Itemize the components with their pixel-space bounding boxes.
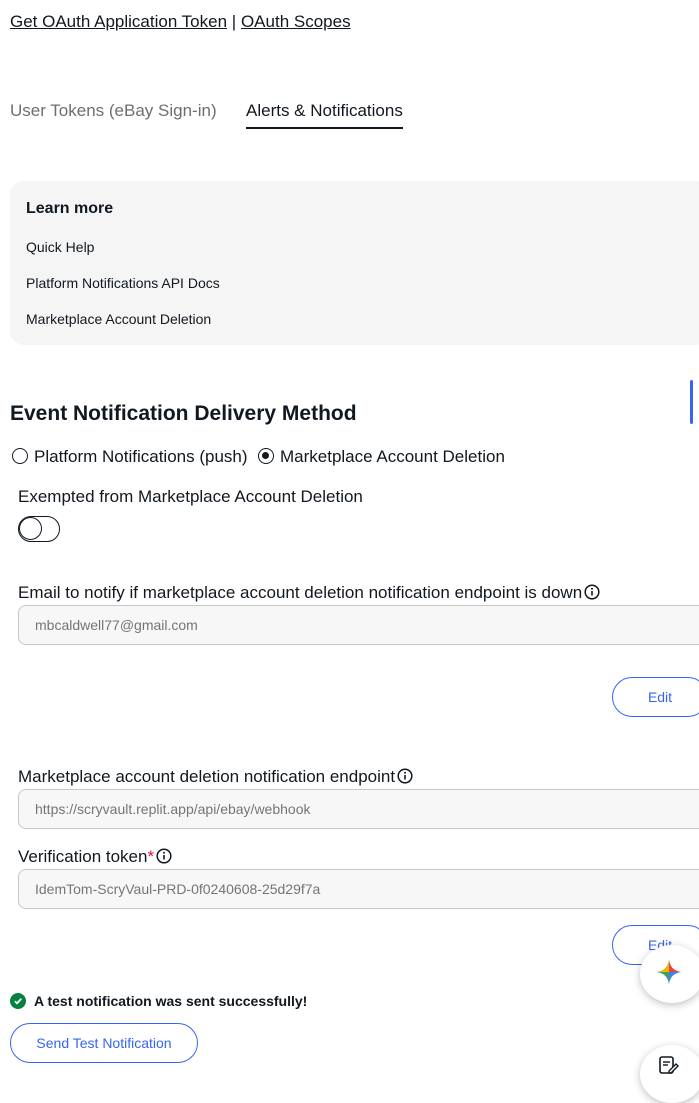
- required-marker: *: [147, 847, 155, 866]
- exemption-label: Exempted from Marketplace Account Deleti…: [18, 487, 363, 506]
- oauth-scopes-link[interactable]: OAuth Scopes: [241, 12, 351, 31]
- success-message: A test notification was sent successfull…: [34, 993, 308, 1009]
- delivery-method-title: Event Notification Delivery Method: [10, 402, 357, 425]
- token-label-row: Verification token*: [18, 847, 172, 869]
- info-icon[interactable]: [584, 584, 600, 605]
- feedback-button[interactable]: [640, 1045, 699, 1103]
- tab-alerts-notifications[interactable]: Alerts & Notifications: [246, 101, 403, 129]
- edit-email-button[interactable]: Edit: [612, 677, 699, 717]
- info-icon[interactable]: [156, 848, 172, 869]
- get-oauth-token-link[interactable]: Get OAuth Application Token: [10, 12, 227, 31]
- email-field[interactable]: [18, 605, 699, 645]
- check-circle-icon: [10, 993, 26, 1009]
- token-field[interactable]: [18, 869, 699, 909]
- token-input[interactable]: [19, 870, 699, 908]
- email-field-label: Email to notify if marketplace account d…: [18, 583, 583, 602]
- sparkle-icon: [656, 959, 682, 990]
- token-field-label: Verification token: [18, 847, 148, 866]
- radio-platform-notifications[interactable]: [12, 448, 28, 464]
- oauth-links: Get OAuth Application Token | OAuth Scop…: [10, 12, 351, 32]
- toggle-knob: [19, 517, 42, 540]
- quick-help-link[interactable]: Quick Help: [26, 239, 94, 255]
- exemption-toggle[interactable]: [18, 516, 60, 542]
- learn-more-title: Learn more: [26, 200, 114, 217]
- learn-more-panel: Learn more Quick Help Platform Notificat…: [10, 181, 699, 345]
- marketplace-account-deletion-link[interactable]: Marketplace Account Deletion: [26, 311, 211, 327]
- note-edit-icon: [657, 1054, 679, 1081]
- send-test-notification-button[interactable]: Send Test Notification: [10, 1023, 198, 1063]
- endpoint-field[interactable]: [18, 789, 699, 829]
- success-message-row: A test notification was sent successfull…: [10, 993, 307, 1009]
- clipped-text-above: [10, 0, 14, 12]
- endpoint-label-row: Marketplace account deletion notificatio…: [18, 767, 413, 789]
- scroll-marker: [690, 380, 693, 424]
- endpoint-input[interactable]: [19, 790, 699, 828]
- info-icon[interactable]: [397, 768, 413, 789]
- platform-notifications-docs-link[interactable]: Platform Notifications API Docs: [26, 275, 220, 291]
- radio-platform-notifications-label[interactable]: Platform Notifications (push): [34, 447, 248, 467]
- ai-assistant-button[interactable]: [640, 945, 699, 1003]
- links-separator: |: [231, 12, 237, 31]
- radio-marketplace-account-deletion-label[interactable]: Marketplace Account Deletion: [280, 447, 505, 467]
- email-field-label-row: Email to notify if marketplace account d…: [18, 583, 600, 605]
- endpoint-field-label: Marketplace account deletion notificatio…: [18, 767, 396, 786]
- radio-marketplace-account-deletion[interactable]: [258, 448, 274, 464]
- email-input[interactable]: [19, 606, 699, 644]
- tab-user-tokens[interactable]: User Tokens (eBay Sign-in): [10, 101, 217, 121]
